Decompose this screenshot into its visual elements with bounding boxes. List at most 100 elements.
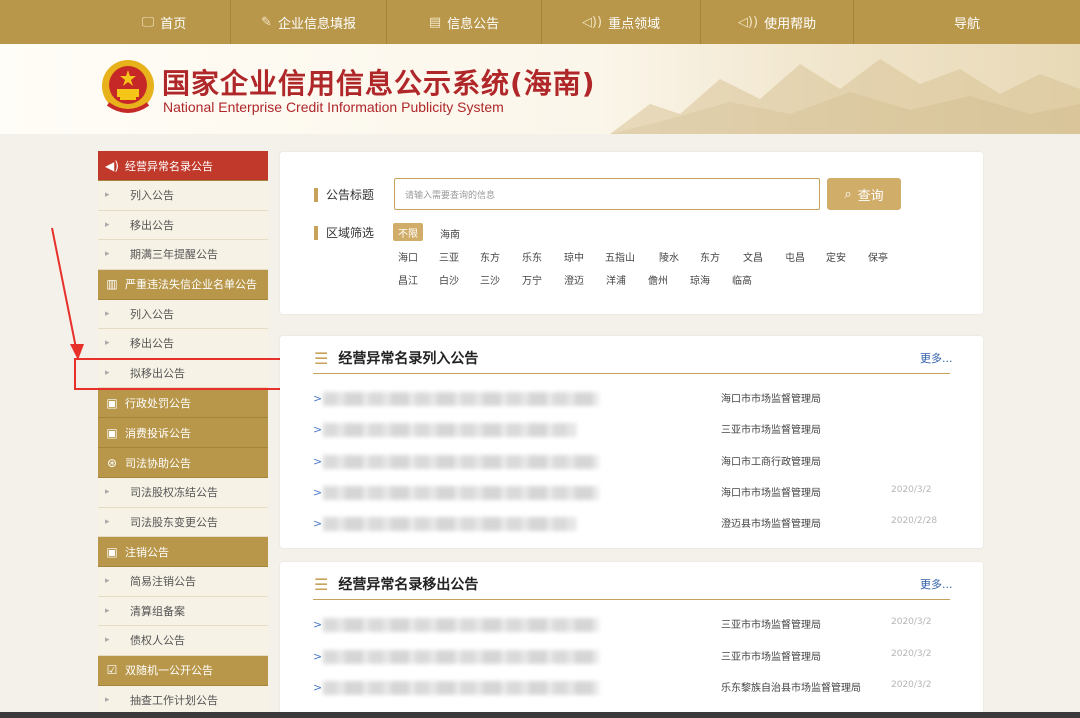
speaker-icon: ◁)) <box>737 14 759 30</box>
redacted-text <box>323 618 599 632</box>
site-title-english: National Enterprise Credit Information P… <box>163 99 504 115</box>
list-item[interactable]: > 海口市市场监督管理局 2020/3/2 <box>313 482 950 502</box>
nav-key-areas[interactable]: ◁)) 重点领域 <box>542 0 701 44</box>
chevron-right-icon: ▸ <box>105 576 110 587</box>
top-nav: 🖵 首页 ✎ 企业信息填报 ▤ 信息公告 ◁)) 重点领域 ◁)) 使用帮助 导航 <box>0 0 1080 44</box>
region-hainan[interactable]: 海南 <box>440 226 460 241</box>
sidebar-item-creditor-notice[interactable]: ▸ 债权人公告 <box>98 626 268 656</box>
region-option[interactable]: 屯昌 <box>785 249 805 264</box>
nav-navigation[interactable]: 导航 <box>854 0 1080 44</box>
region-all-tag[interactable]: 不限 <box>393 223 423 241</box>
chevron-right-icon: ▸ <box>105 308 110 319</box>
chevron-right-icon: ▸ <box>105 219 110 230</box>
region-option[interactable]: 洋浦 <box>606 272 626 287</box>
more-link[interactable]: 更多... <box>920 576 953 592</box>
sidebar-section-admin-penalty[interactable]: ▣ 行政处罚公告 <box>98 388 268 418</box>
sidebar-item-abnormal-remove[interactable]: ▸ 移出公告 <box>98 210 268 240</box>
site-header: 国家企业信用信息公示系统(海南) National Enterprise Cre… <box>0 44 1080 134</box>
book-icon: ▥ <box>106 277 118 291</box>
annotation-arrow <box>51 227 84 360</box>
search-button[interactable]: ⌕ 查询 <box>827 178 901 210</box>
chevron-right-icon: > <box>313 517 323 530</box>
sidebar-item-equity-freeze[interactable]: ▸ 司法股权冻结公告 <box>98 478 268 508</box>
title-filter-label: 公告标题 <box>314 186 374 203</box>
region-option[interactable]: 临高 <box>732 272 752 287</box>
message-icon: ☰ <box>314 574 329 594</box>
os-taskbar <box>0 712 1080 718</box>
check-box-icon: ☑ <box>106 663 118 677</box>
sidebar-item-violation-remove[interactable]: ▸ 移出公告 <box>98 329 268 359</box>
sidebar-section-judicial-assistance[interactable]: ⊛ 司法协助公告 <box>98 448 268 478</box>
sidebar-item-simple-deregistration[interactable]: ▸ 简易注销公告 <box>98 567 268 597</box>
nav-enterprise-report[interactable]: ✎ 企业信息填报 <box>231 0 387 44</box>
region-option[interactable]: 万宁 <box>522 272 542 287</box>
redacted-text <box>323 392 599 406</box>
chevron-right-icon: > <box>313 681 323 694</box>
site-title: 国家企业信用信息公示系统(海南) <box>162 67 596 100</box>
list-item[interactable]: > 海口市市场监督管理局 <box>313 388 950 408</box>
region-option[interactable]: 白沙 <box>439 272 459 287</box>
sidebar-section-random-inspection[interactable]: ☑ 双随机一公开公告 <box>98 655 268 686</box>
sidebar-item-abnormal-expiry[interactable]: ▸ 期满三年提醒公告 <box>98 240 268 270</box>
list-item[interactable]: > 三亚市市场监督管理局 2020/3/2 <box>313 646 950 666</box>
chevron-right-icon: > <box>313 650 323 663</box>
chevron-right-icon: ▸ <box>105 190 110 201</box>
chevron-right-icon: ▸ <box>105 605 110 616</box>
region-option[interactable]: 澄迈 <box>564 272 584 287</box>
sidebar-section-abnormal-list[interactable]: ◀) 经营异常名录公告 <box>98 151 268 181</box>
region-option[interactable]: 陵水 <box>659 249 679 264</box>
chevron-right-icon: ▸ <box>105 338 110 349</box>
redacted-text <box>323 423 576 437</box>
pen-icon: ✎ <box>261 14 272 30</box>
region-option[interactable]: 昌江 <box>398 272 418 287</box>
region-option[interactable]: 文昌 <box>743 249 763 264</box>
announcement-panel-abnormal-include: ☰ 经营异常名录列入公告 更多... > 海口市市场监督管理局 > 三亚市市场监督管理… <box>280 336 983 548</box>
region-option[interactable]: 三亚 <box>439 249 459 264</box>
doc-edit-icon: ▣ <box>106 425 118 440</box>
speaker-icon: ◀) <box>105 158 119 173</box>
search-input[interactable]: 请输入需要查询的信息 <box>394 178 820 210</box>
region-option[interactable]: 东方 <box>480 249 500 264</box>
nav-announcements[interactable]: ▤ 信息公告 <box>387 0 542 44</box>
region-option[interactable]: 保亭 <box>868 249 888 264</box>
sidebar-item-abnormal-include[interactable]: ▸ 列入公告 <box>98 181 268 211</box>
more-link[interactable]: 更多... <box>920 350 953 366</box>
sidebar-item-violation-include[interactable]: ▸ 列入公告 <box>98 299 268 329</box>
sidebar-item-shareholder-change[interactable]: ▸ 司法股东变更公告 <box>98 507 268 537</box>
list-item[interactable]: > 三亚市市场监督管理局 <box>313 419 950 439</box>
sidebar-section-serious-violation[interactable]: ▥ 严重违法失信企业名单公告 <box>98 269 268 300</box>
search-panel: 公告标题 请输入需要查询的信息 ⌕ 查询 区域筛选 不限 海南 海口 三亚 东方 … <box>280 152 983 314</box>
list-item[interactable]: > 三亚市市场监督管理局 2020/3/2 <box>313 614 950 634</box>
region-option[interactable]: 五指山 <box>605 249 635 264</box>
list-item[interactable]: > 澄迈县市场监督管理局 2020/2/28 <box>313 513 950 533</box>
sidebar-section-deregistration[interactable]: ▣ 注销公告 <box>98 537 268 567</box>
region-option[interactable]: 儋州 <box>648 272 668 287</box>
doc-edit-icon: ▣ <box>106 544 118 559</box>
region-option[interactable]: 东方 <box>700 249 720 264</box>
region-option[interactable]: 三沙 <box>480 272 500 287</box>
sidebar: ◀) 经营异常名录公告 ▸ 列入公告 ▸ 移出公告 ▸ 期满三年提醒公告 ▥ 严重违法失信… <box>98 151 268 718</box>
message-icon: ☰ <box>314 348 329 368</box>
chevron-right-icon: ▸ <box>105 516 110 527</box>
sidebar-item-inspection-plan[interactable]: ▸ 抽查工作计划公告 <box>98 685 268 715</box>
chevron-right-icon: > <box>313 618 323 631</box>
redacted-text <box>323 517 576 531</box>
nav-help[interactable]: ◁)) 使用帮助 <box>701 0 854 44</box>
region-option[interactable]: 琼中 <box>564 249 584 264</box>
chevron-right-icon: > <box>313 455 323 468</box>
chevron-right-icon: > <box>313 392 323 405</box>
region-option[interactable]: 乐东 <box>522 249 542 264</box>
redacted-text <box>323 650 599 664</box>
region-option[interactable]: 海口 <box>398 249 418 264</box>
gear-circle-icon: ⊛ <box>106 455 118 470</box>
region-option[interactable]: 琼海 <box>690 272 710 287</box>
redacted-text <box>323 681 599 695</box>
sidebar-item-liquidation-filing[interactable]: ▸ 清算组备案 <box>98 596 268 626</box>
nav-home[interactable]: 🖵 首页 <box>98 0 231 44</box>
region-option[interactable]: 定安 <box>826 249 846 264</box>
list-item[interactable]: > 乐东黎族自治县市场监督管理局 2020/3/2 <box>313 677 950 697</box>
region-filter-label: 区域筛选 <box>314 224 374 241</box>
speaker-icon: ◁)) <box>581 14 603 30</box>
list-item[interactable]: > 海口市工商行政管理局 <box>313 451 950 471</box>
sidebar-section-consumer-complaint[interactable]: ▣ 消费投诉公告 <box>98 418 268 448</box>
